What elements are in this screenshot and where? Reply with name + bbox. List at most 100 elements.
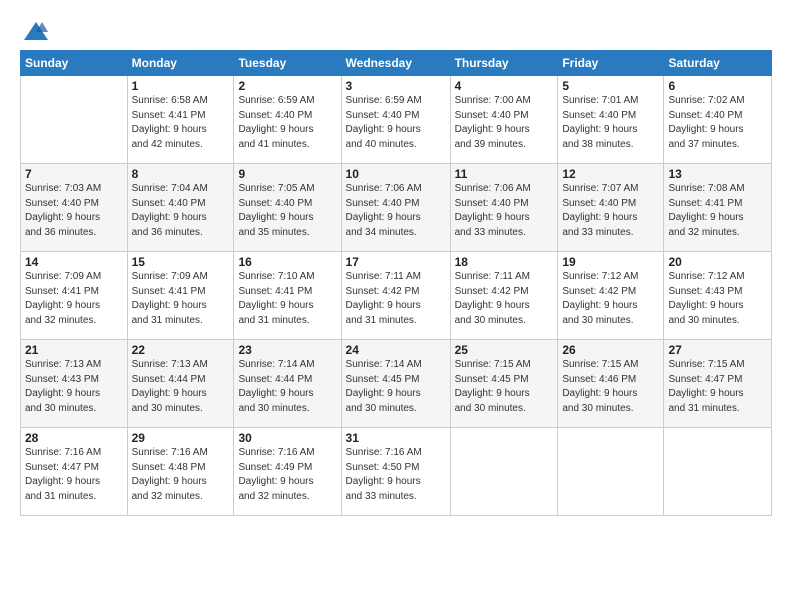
col-header-thursday: Thursday — [450, 51, 558, 76]
day-number: 1 — [132, 79, 230, 93]
calendar-cell: 14Sunrise: 7:09 AMSunset: 4:41 PMDayligh… — [21, 252, 128, 340]
calendar-cell: 10Sunrise: 7:06 AMSunset: 4:40 PMDayligh… — [341, 164, 450, 252]
day-info: Sunrise: 7:12 AMSunset: 4:43 PMDaylight:… — [668, 270, 767, 328]
calendar-week-row: 7Sunrise: 7:03 AMSunset: 4:40 PMDaylight… — [21, 164, 772, 252]
calendar-table: SundayMondayTuesdayWednesdayThursdayFrid… — [20, 50, 772, 516]
calendar-cell: 29Sunrise: 7:16 AMSunset: 4:48 PMDayligh… — [127, 428, 234, 516]
day-info: Sunrise: 7:15 AMSunset: 4:46 PMDaylight:… — [562, 358, 659, 416]
day-info: Sunrise: 7:15 AMSunset: 4:47 PMDaylight:… — [668, 358, 767, 416]
page-header — [20, 18, 772, 42]
calendar-cell: 19Sunrise: 7:12 AMSunset: 4:42 PMDayligh… — [558, 252, 664, 340]
calendar-cell: 18Sunrise: 7:11 AMSunset: 4:42 PMDayligh… — [450, 252, 558, 340]
calendar-cell — [558, 428, 664, 516]
day-number: 30 — [238, 431, 336, 445]
day-number: 18 — [455, 255, 554, 269]
calendar-header-row: SundayMondayTuesdayWednesdayThursdayFrid… — [21, 51, 772, 76]
day-number: 20 — [668, 255, 767, 269]
day-number: 31 — [346, 431, 446, 445]
day-info: Sunrise: 7:14 AMSunset: 4:45 PMDaylight:… — [346, 358, 446, 416]
calendar-week-row: 1Sunrise: 6:58 AMSunset: 4:41 PMDaylight… — [21, 76, 772, 164]
day-number: 4 — [455, 79, 554, 93]
day-number: 12 — [562, 167, 659, 181]
day-info: Sunrise: 7:03 AMSunset: 4:40 PMDaylight:… — [25, 182, 123, 240]
day-number: 17 — [346, 255, 446, 269]
col-header-sunday: Sunday — [21, 51, 128, 76]
day-number: 9 — [238, 167, 336, 181]
calendar-cell: 6Sunrise: 7:02 AMSunset: 4:40 PMDaylight… — [664, 76, 772, 164]
day-number: 28 — [25, 431, 123, 445]
day-info: Sunrise: 7:14 AMSunset: 4:44 PMDaylight:… — [238, 358, 336, 416]
calendar-cell: 24Sunrise: 7:14 AMSunset: 4:45 PMDayligh… — [341, 340, 450, 428]
day-info: Sunrise: 7:11 AMSunset: 4:42 PMDaylight:… — [346, 270, 446, 328]
day-number: 25 — [455, 343, 554, 357]
day-info: Sunrise: 7:12 AMSunset: 4:42 PMDaylight:… — [562, 270, 659, 328]
day-info: Sunrise: 7:06 AMSunset: 4:40 PMDaylight:… — [455, 182, 554, 240]
calendar-cell: 31Sunrise: 7:16 AMSunset: 4:50 PMDayligh… — [341, 428, 450, 516]
calendar-cell: 1Sunrise: 6:58 AMSunset: 4:41 PMDaylight… — [127, 76, 234, 164]
day-number: 16 — [238, 255, 336, 269]
day-number: 29 — [132, 431, 230, 445]
calendar-cell: 16Sunrise: 7:10 AMSunset: 4:41 PMDayligh… — [234, 252, 341, 340]
calendar-cell — [21, 76, 128, 164]
col-header-saturday: Saturday — [664, 51, 772, 76]
day-info: Sunrise: 7:15 AMSunset: 4:45 PMDaylight:… — [455, 358, 554, 416]
day-number: 23 — [238, 343, 336, 357]
day-info: Sunrise: 6:59 AMSunset: 4:40 PMDaylight:… — [346, 94, 446, 152]
day-info: Sunrise: 7:07 AMSunset: 4:40 PMDaylight:… — [562, 182, 659, 240]
day-number: 26 — [562, 343, 659, 357]
col-header-tuesday: Tuesday — [234, 51, 341, 76]
logo-icon — [22, 18, 50, 46]
calendar-cell: 23Sunrise: 7:14 AMSunset: 4:44 PMDayligh… — [234, 340, 341, 428]
day-info: Sunrise: 7:06 AMSunset: 4:40 PMDaylight:… — [346, 182, 446, 240]
day-info: Sunrise: 7:09 AMSunset: 4:41 PMDaylight:… — [132, 270, 230, 328]
day-number: 3 — [346, 79, 446, 93]
day-number: 5 — [562, 79, 659, 93]
col-header-monday: Monday — [127, 51, 234, 76]
calendar-week-row: 28Sunrise: 7:16 AMSunset: 4:47 PMDayligh… — [21, 428, 772, 516]
day-info: Sunrise: 7:16 AMSunset: 4:47 PMDaylight:… — [25, 446, 123, 504]
calendar-cell: 9Sunrise: 7:05 AMSunset: 4:40 PMDaylight… — [234, 164, 341, 252]
calendar-cell — [450, 428, 558, 516]
day-info: Sunrise: 7:04 AMSunset: 4:40 PMDaylight:… — [132, 182, 230, 240]
day-number: 22 — [132, 343, 230, 357]
calendar-cell: 5Sunrise: 7:01 AMSunset: 4:40 PMDaylight… — [558, 76, 664, 164]
calendar-cell — [664, 428, 772, 516]
calendar-cell: 20Sunrise: 7:12 AMSunset: 4:43 PMDayligh… — [664, 252, 772, 340]
calendar-cell: 15Sunrise: 7:09 AMSunset: 4:41 PMDayligh… — [127, 252, 234, 340]
day-info: Sunrise: 7:09 AMSunset: 4:41 PMDaylight:… — [25, 270, 123, 328]
day-info: Sunrise: 7:01 AMSunset: 4:40 PMDaylight:… — [562, 94, 659, 152]
day-number: 14 — [25, 255, 123, 269]
day-info: Sunrise: 7:16 AMSunset: 4:50 PMDaylight:… — [346, 446, 446, 504]
calendar-cell: 3Sunrise: 6:59 AMSunset: 4:40 PMDaylight… — [341, 76, 450, 164]
day-info: Sunrise: 7:08 AMSunset: 4:41 PMDaylight:… — [668, 182, 767, 240]
calendar-cell: 8Sunrise: 7:04 AMSunset: 4:40 PMDaylight… — [127, 164, 234, 252]
calendar-cell: 21Sunrise: 7:13 AMSunset: 4:43 PMDayligh… — [21, 340, 128, 428]
calendar-cell: 26Sunrise: 7:15 AMSunset: 4:46 PMDayligh… — [558, 340, 664, 428]
day-number: 21 — [25, 343, 123, 357]
day-number: 7 — [25, 167, 123, 181]
calendar-cell: 12Sunrise: 7:07 AMSunset: 4:40 PMDayligh… — [558, 164, 664, 252]
day-number: 10 — [346, 167, 446, 181]
day-info: Sunrise: 7:16 AMSunset: 4:48 PMDaylight:… — [132, 446, 230, 504]
day-info: Sunrise: 6:59 AMSunset: 4:40 PMDaylight:… — [238, 94, 336, 152]
day-info: Sunrise: 7:13 AMSunset: 4:44 PMDaylight:… — [132, 358, 230, 416]
day-number: 13 — [668, 167, 767, 181]
calendar-cell: 2Sunrise: 6:59 AMSunset: 4:40 PMDaylight… — [234, 76, 341, 164]
day-info: Sunrise: 7:00 AMSunset: 4:40 PMDaylight:… — [455, 94, 554, 152]
logo — [20, 18, 50, 42]
day-info: Sunrise: 7:05 AMSunset: 4:40 PMDaylight:… — [238, 182, 336, 240]
day-info: Sunrise: 7:02 AMSunset: 4:40 PMDaylight:… — [668, 94, 767, 152]
calendar-week-row: 14Sunrise: 7:09 AMSunset: 4:41 PMDayligh… — [21, 252, 772, 340]
calendar-cell: 13Sunrise: 7:08 AMSunset: 4:41 PMDayligh… — [664, 164, 772, 252]
col-header-friday: Friday — [558, 51, 664, 76]
col-header-wednesday: Wednesday — [341, 51, 450, 76]
day-number: 19 — [562, 255, 659, 269]
day-number: 2 — [238, 79, 336, 93]
day-info: Sunrise: 7:10 AMSunset: 4:41 PMDaylight:… — [238, 270, 336, 328]
calendar-cell: 25Sunrise: 7:15 AMSunset: 4:45 PMDayligh… — [450, 340, 558, 428]
day-number: 15 — [132, 255, 230, 269]
day-info: Sunrise: 7:16 AMSunset: 4:49 PMDaylight:… — [238, 446, 336, 504]
calendar-cell: 4Sunrise: 7:00 AMSunset: 4:40 PMDaylight… — [450, 76, 558, 164]
calendar-cell: 28Sunrise: 7:16 AMSunset: 4:47 PMDayligh… — [21, 428, 128, 516]
day-number: 6 — [668, 79, 767, 93]
